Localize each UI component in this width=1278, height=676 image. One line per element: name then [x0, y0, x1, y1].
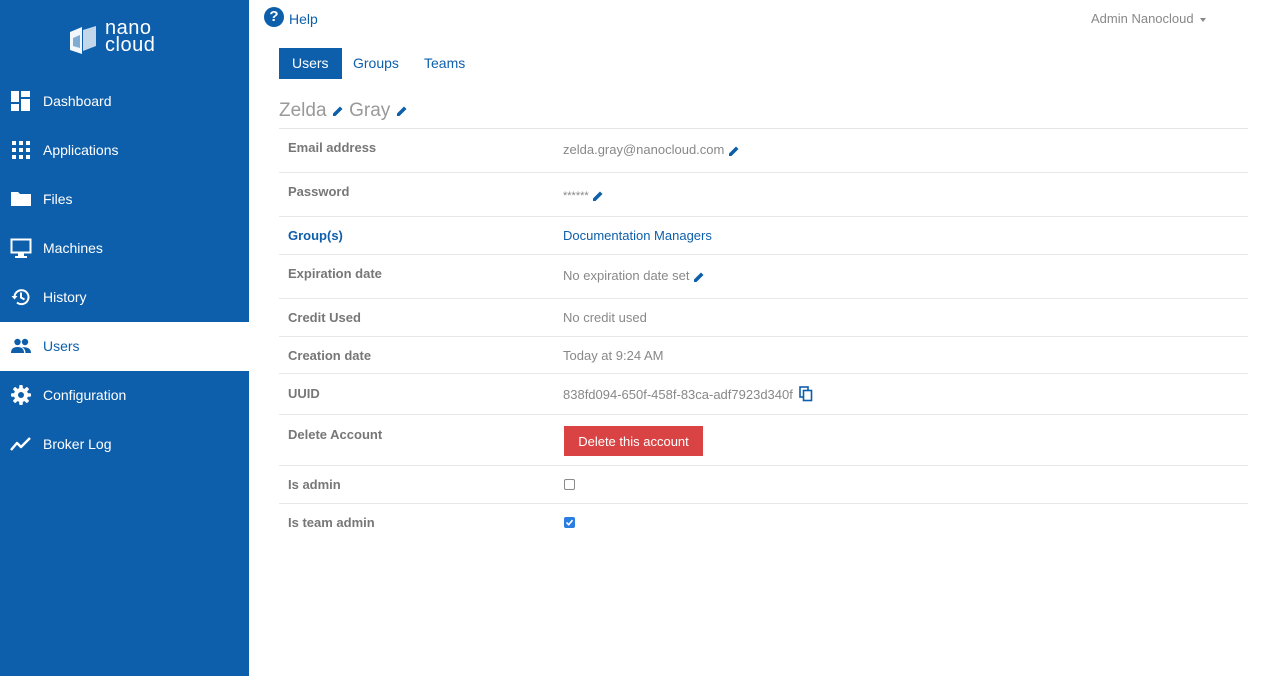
edit-first-name-icon[interactable]: [332, 105, 344, 117]
expiration-row: Expiration date No expiration date set: [279, 255, 1248, 299]
is-team-admin-row: Is team admin: [279, 504, 1248, 540]
sidebar-item-label: Machines: [43, 240, 103, 256]
creation-row: Creation date Today at 9:24 AM: [279, 337, 1248, 374]
sidebar-item-machines[interactable]: Machines: [0, 224, 249, 273]
caret-down-icon: [1199, 17, 1206, 22]
tab-groups[interactable]: Groups: [353, 48, 399, 79]
sidebar-item-history[interactable]: History: [0, 273, 249, 322]
password-text: ******: [563, 190, 589, 202]
last-name: Gray: [349, 100, 391, 121]
sidebar-item-configuration[interactable]: Configuration: [0, 371, 249, 420]
monitor-icon: [10, 238, 32, 258]
group-link[interactable]: Documentation Managers: [563, 228, 712, 243]
delete-row: Delete Account Delete this account: [279, 415, 1248, 466]
nanocloud-logo-icon: [70, 26, 96, 54]
creation-label: Creation date: [288, 348, 372, 363]
gear-icon: [11, 385, 31, 405]
sidebar-item-label: Users: [43, 338, 80, 354]
user-menu-label: Admin Nanocloud: [1091, 11, 1194, 26]
folder-icon: [11, 192, 31, 206]
help-icon: ?: [264, 7, 284, 27]
is-team-admin-checkbox[interactable]: [564, 517, 575, 528]
credit-row: Credit Used No credit used: [279, 299, 1248, 337]
dashboard-icon: [11, 91, 30, 111]
expiration-value: No expiration date set: [563, 268, 705, 283]
apps-grid-icon: [12, 141, 30, 159]
edit-email-icon[interactable]: [728, 145, 740, 157]
groups-row: Group(s) Documentation Managers: [279, 217, 1248, 255]
tab-users[interactable]: Users: [279, 48, 342, 79]
logo-text: nano cloud: [105, 18, 156, 56]
credit-value: No credit used: [563, 310, 647, 325]
sidebar: nano cloud Dashboard Applications Files: [0, 0, 249, 676]
copy-icon[interactable]: [799, 386, 813, 402]
sidebar-item-label: Configuration: [43, 387, 127, 403]
credit-label: Credit Used: [288, 310, 361, 325]
sidebar-item-users[interactable]: Users: [0, 322, 249, 371]
sidebar-item-label: Broker Log: [43, 436, 112, 452]
is-admin-label: Is admin: [288, 477, 341, 492]
creation-value: Today at 9:24 AM: [563, 348, 664, 363]
delete-label: Delete Account: [288, 427, 383, 442]
user-full-name: Zelda Gray: [279, 100, 408, 122]
sidebar-item-files[interactable]: Files: [0, 175, 249, 224]
email-value: zelda.gray@nanocloud.com: [563, 142, 740, 157]
delete-account-button[interactable]: Delete this account: [564, 426, 703, 456]
sidebar-item-applications[interactable]: Applications: [0, 126, 249, 175]
nanocloud-logo[interactable]: nano cloud: [68, 18, 158, 60]
uuid-text: 838fd094-650f-458f-83ca-adf7923d340f: [563, 387, 793, 402]
line-chart-icon: [10, 437, 31, 451]
expiration-text: No expiration date set: [563, 268, 690, 283]
email-text: zelda.gray@nanocloud.com: [563, 142, 725, 157]
sidebar-item-broker-log[interactable]: Broker Log: [0, 420, 249, 469]
password-label: Password: [288, 184, 350, 199]
email-label: Email address: [288, 140, 377, 155]
user-menu[interactable]: Admin Nanocloud: [1091, 11, 1206, 26]
sidebar-item-label: Applications: [43, 142, 119, 158]
is-admin-checkbox[interactable]: [564, 479, 575, 490]
sidebar-item-label: Files: [43, 191, 73, 207]
email-row: Email address zelda.gray@nanocloud.com: [279, 129, 1248, 173]
password-value: ******: [563, 187, 604, 202]
help-label: Help: [289, 11, 318, 27]
uuid-row: UUID 838fd094-650f-458f-83ca-adf7923d340…: [279, 374, 1248, 415]
tab-teams[interactable]: Teams: [424, 48, 465, 79]
sidebar-item-label: History: [43, 289, 87, 305]
first-name: Zelda: [279, 100, 327, 121]
password-row: Password ******: [279, 173, 1248, 217]
edit-password-icon[interactable]: [592, 190, 604, 202]
users-icon: [11, 338, 31, 353]
groups-label[interactable]: Group(s): [288, 228, 343, 243]
uuid-value: 838fd094-650f-458f-83ca-adf7923d340f: [563, 386, 813, 402]
logo-text-line2: cloud: [105, 34, 156, 56]
expiration-label: Expiration date: [288, 266, 382, 281]
sidebar-item-dashboard[interactable]: Dashboard: [0, 77, 249, 126]
is-team-admin-label: Is team admin: [288, 515, 375, 530]
edit-expiration-icon[interactable]: [693, 271, 705, 283]
sidebar-item-label: Dashboard: [43, 93, 112, 109]
is-admin-row: Is admin: [279, 466, 1248, 504]
uuid-label: UUID: [288, 386, 320, 401]
edit-last-name-icon[interactable]: [396, 105, 408, 117]
history-icon: [11, 289, 30, 306]
checkmark-icon: [565, 519, 574, 526]
